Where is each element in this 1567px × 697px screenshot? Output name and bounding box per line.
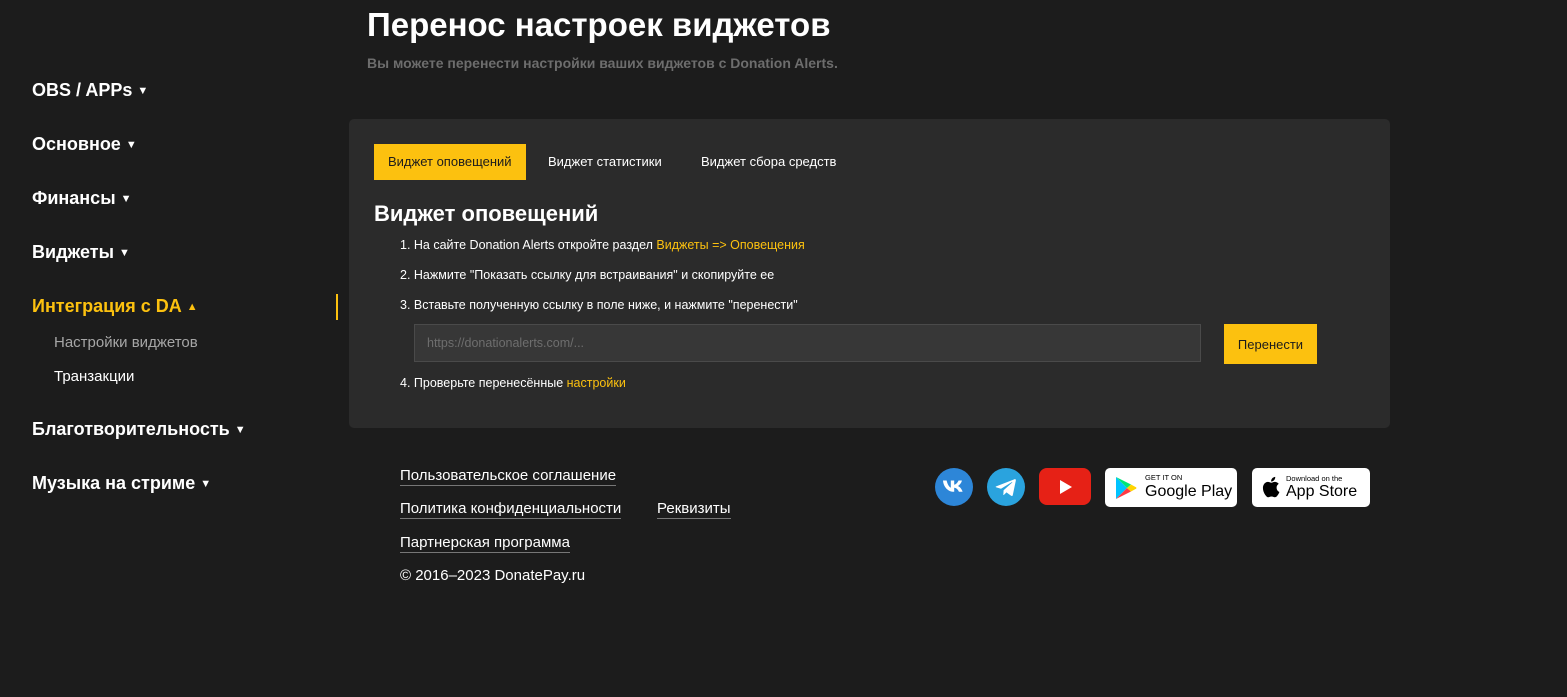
page: OBS / APPs ▼ Основное ▼ Финансы ▼ Виджеты ▼ … [0,0,1567,697]
caret-down-icon: ▼ [234,424,246,436]
sidebar-item-da-integration[interactable]: Интеграция с DA ▲ [32,296,198,317]
widgets-alerts-link[interactable]: Виджеты => Оповещения [656,238,804,252]
sidebar-subitem-transactions[interactable]: Транзакции [54,368,134,385]
tab-alerts-widget[interactable]: Виджет оповещений [374,144,526,180]
partner-program-link[interactable]: Партнерская программа [400,534,570,553]
telegram-logo [995,479,1016,497]
step-1: 1. На сайте Donation Alerts откройте раз… [400,238,805,252]
sidebar-item-widgets[interactable]: Виджеты ▼ [32,242,130,263]
copyright: © 2016–2023 DonatePay.ru [400,567,586,584]
page-title: Перенос настроек виджетов [367,6,831,43]
caret-down-icon: ▼ [120,193,132,205]
step-text: 1. На сайте Donation Alerts откройте раз… [400,238,657,252]
vk-logo [943,480,963,492]
apple-icon [1262,476,1280,498]
telegram-icon[interactable] [987,468,1025,506]
sidebar-item-obs-apps[interactable]: OBS / APPs ▼ [32,80,148,101]
step-2: 2. Нажмите "Показать ссылку для встраива… [400,268,775,282]
sidebar-item-label: Основное [32,134,121,154]
app-store-caption: Download on the [1286,474,1343,483]
step-4: 4. Проверьте перенесённые настройки [400,376,626,390]
sidebar-item-label: Интеграция с DA [32,296,182,316]
settings-link[interactable]: настройки [567,376,626,390]
transfer-button[interactable]: Перенести [1224,324,1317,364]
privacy-link[interactable]: Политика конфиденциальности [400,500,622,519]
google-play-label: Google Play [1145,483,1233,500]
sidebar-item-charity[interactable]: Благотворительность ▼ [32,419,246,440]
step-text: 4. Проверьте перенесённые [400,376,567,390]
caret-down-icon: ▼ [125,139,137,151]
caret-down-icon: ▼ [118,247,130,259]
sidebar-item-main[interactable]: Основное ▼ [32,134,137,155]
app-store-badge[interactable]: Download on the App Store [1252,468,1370,507]
caret-down-icon: ▼ [137,85,149,97]
sidebar-item-label: Благотворительность [32,419,230,439]
sidebar: OBS / APPs ▼ Основное ▼ Финансы ▼ Виджеты ▼ … [0,0,340,697]
google-play-badge[interactable]: GET IT ON Google Play [1105,468,1237,507]
step-3: 3. Вставьте полученную ссылку в поле ниж… [400,298,798,312]
tab-statistics-widget[interactable]: Виджет статистики [548,144,662,180]
vk-icon[interactable] [935,468,973,506]
sidebar-item-stream-music[interactable]: Музыка на стриме ▼ [32,473,211,494]
tab-fundraising-widget[interactable]: Виджет сбора средств [701,144,836,180]
caret-down-icon: ▼ [200,478,212,490]
sidebar-item-label: Виджеты [32,242,114,262]
page-subtitle: Вы можете перенести настройки ваших видж… [367,55,838,71]
sidebar-subitem-widget-settings[interactable]: Настройки виджетов [54,334,198,351]
google-play-caption: GET IT ON [1145,473,1183,482]
card-heading: Виджет оповещений [374,201,599,226]
play-icon [1060,479,1072,494]
sidebar-item-label: OBS / APPs [32,80,133,100]
google-play-icon [1116,477,1137,499]
requisites-link[interactable]: Реквизиты [657,500,731,519]
da-link-input[interactable] [414,324,1201,362]
active-indicator [336,294,338,320]
widget-transfer-card: Виджет оповещений Виджет статистики Видж… [349,119,1390,428]
youtube-icon[interactable] [1039,468,1091,505]
sidebar-item-label: Музыка на стриме [32,473,196,493]
sidebar-item-label: Финансы [32,188,116,208]
caret-up-icon: ▲ [186,301,198,313]
terms-link[interactable]: Пользовательское соглашение [400,467,617,486]
sidebar-item-finance[interactable]: Финансы ▼ [32,188,131,209]
app-store-label: App Store [1286,483,1358,500]
